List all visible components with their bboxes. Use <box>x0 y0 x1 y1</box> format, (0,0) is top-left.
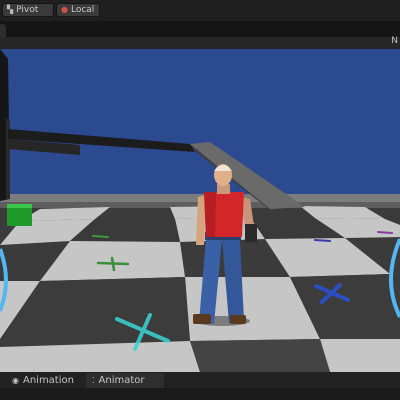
bottom-panel: ◉ Animation ⁚ Animator <box>0 372 400 400</box>
tab-animation-label: Animation <box>22 375 74 386</box>
bottom-tab-strip: ◉ Animation ⁚ Animator <box>0 372 400 388</box>
sky <box>0 49 400 209</box>
local-globe-icon: ● <box>61 5 68 14</box>
pivot-icon: ▚ <box>7 5 14 14</box>
tab-animation[interactable]: ◉ Animation <box>6 373 80 388</box>
tab-animator-label: Animator <box>98 375 145 386</box>
pivot-toggle-button[interactable]: ▚ Pivot <box>2 3 54 17</box>
local-toggle-button[interactable]: ● Local <box>56 3 100 17</box>
animator-icon: ⁚ <box>92 376 95 385</box>
green-cube <box>7 204 32 226</box>
scene-view-subbar: N <box>0 36 400 49</box>
scene-tab-strip <box>0 21 400 37</box>
tab-animator[interactable]: ⁚ Animator <box>86 373 164 388</box>
scene-viewport[interactable] <box>0 49 400 372</box>
animation-icon: ◉ <box>12 376 19 385</box>
scene-toolbar: ▚ Pivot ● Local <box>0 0 400 21</box>
local-label: Local <box>70 5 95 15</box>
pivot-label: Pivot <box>16 5 39 15</box>
scene-tab[interactable] <box>0 24 6 37</box>
overflow-glyph[interactable]: N <box>391 36 398 46</box>
